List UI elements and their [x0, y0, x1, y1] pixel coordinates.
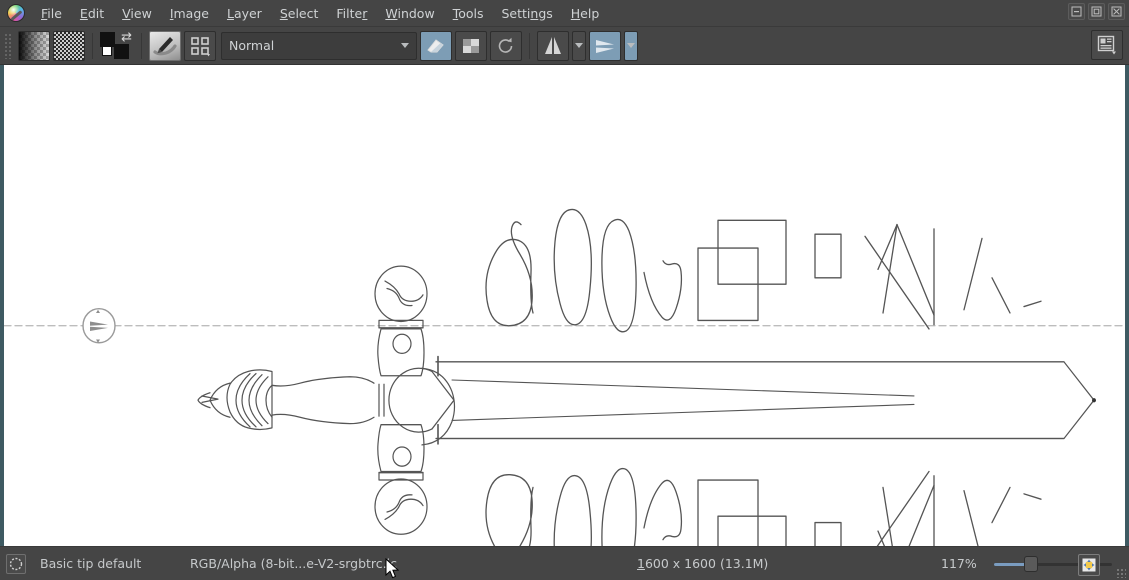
mirror-horizontal-button[interactable]: [589, 31, 621, 61]
gimp-window: File Edit View Image Layer Select Filter…: [0, 0, 1129, 580]
menu-settings[interactable]: Settings: [492, 2, 561, 25]
brush-preview[interactable]: [149, 31, 181, 61]
close-icon[interactable]: [1108, 3, 1125, 20]
color-profile-label: RGB/Alpha (8-bit...e-V2-srgbtrc.ic: [190, 556, 397, 571]
chevron-down-icon: [401, 43, 409, 48]
zoom-level-label: 117%: [941, 556, 977, 571]
tool-options-bar: ⇄ Normal: [0, 27, 1129, 65]
pattern-swatch[interactable]: [53, 31, 85, 61]
window-controls: [1068, 3, 1125, 20]
window-resize-grip[interactable]: [1116, 568, 1126, 578]
zoom-slider-fill: [994, 563, 1028, 566]
chevron-down-icon: [575, 43, 583, 48]
menu-view[interactable]: View: [113, 2, 161, 25]
mirror-horizontal-options-icon[interactable]: [624, 31, 638, 61]
toolbar-separator-1: [92, 33, 93, 59]
zoom-slider-knob[interactable]: [1024, 556, 1038, 572]
menu-window[interactable]: Window: [376, 2, 443, 25]
menu-filter[interactable]: Filter: [327, 2, 376, 25]
toolbar-separator-3: [529, 33, 530, 59]
image-size-label: 1600 x 1600 (13.1M): [637, 556, 768, 571]
alpha-lock-button[interactable]: [455, 31, 487, 61]
chevron-down-icon: [627, 43, 635, 48]
sword-lineart-artwork: [4, 65, 1125, 546]
brush-tip-icon[interactable]: [6, 554, 26, 574]
status-bar: Basic tip default RGB/Alpha (8-bit...e-V…: [0, 546, 1129, 580]
layers-panel-button[interactable]: [1091, 30, 1123, 60]
foreground-background-color[interactable]: ⇄: [100, 31, 134, 61]
navigation-preview-button[interactable]: [1078, 554, 1100, 576]
menu-edit[interactable]: Edit: [71, 2, 113, 25]
canvas-area: [0, 65, 1129, 546]
zoom-slider[interactable]: [994, 559, 1129, 569]
default-colors-icon[interactable]: [102, 46, 112, 56]
menu-select[interactable]: Select: [271, 2, 328, 25]
reset-rotation-button[interactable]: [490, 31, 522, 61]
menu-bar: File Edit View Image Layer Select Filter…: [0, 0, 1129, 27]
toolbar-separator-2: [141, 33, 142, 59]
eraser-mode-button[interactable]: [420, 31, 452, 61]
blend-mode-select[interactable]: Normal: [221, 32, 417, 60]
menu-tools[interactable]: Tools: [444, 2, 493, 25]
maximize-icon[interactable]: [1088, 3, 1105, 20]
gimp-logo-icon: [7, 4, 25, 22]
swap-colors-icon[interactable]: ⇄: [121, 31, 132, 44]
brush-tip-label: Basic tip default: [40, 556, 190, 571]
menu-image[interactable]: Image: [161, 2, 218, 25]
gradient-swatch[interactable]: [18, 31, 50, 61]
mirror-vertical-options-icon[interactable]: [572, 31, 586, 61]
blend-mode-value: Normal: [229, 38, 274, 53]
menu-help[interactable]: Help: [562, 2, 609, 25]
brush-chooser-icon[interactable]: [184, 31, 216, 61]
menu-file[interactable]: File: [32, 2, 71, 25]
background-color-swatch[interactable]: [114, 44, 129, 59]
image-canvas[interactable]: [4, 65, 1125, 546]
foreground-color-swatch[interactable]: [100, 32, 115, 47]
menu-layer[interactable]: Layer: [218, 2, 271, 25]
mirror-vertical-button[interactable]: [537, 31, 569, 61]
toolbar-drag-grip[interactable]: [4, 33, 13, 59]
minimize-icon[interactable]: [1068, 3, 1085, 20]
